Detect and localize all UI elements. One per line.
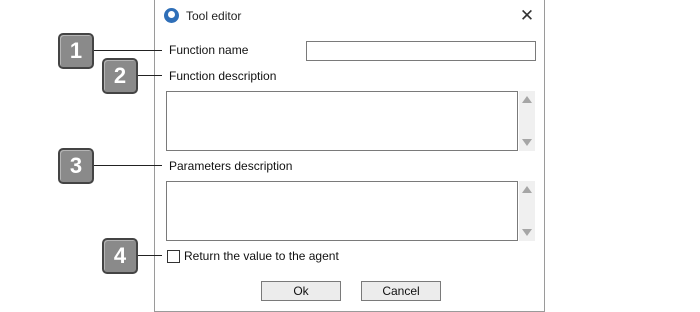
window-title: Tool editor [186, 9, 242, 23]
function-description-scrollbar[interactable] [519, 91, 535, 151]
parameters-description-label: Parameters description [169, 159, 293, 173]
return-value-label[interactable]: Return the value to the agent [184, 249, 339, 263]
return-value-checkbox[interactable] [167, 250, 180, 263]
callout-leader-line-3 [94, 165, 162, 166]
scroll-down-arrow-icon[interactable] [522, 229, 532, 236]
callout-leader-line-4 [138, 255, 162, 256]
title-bar: Tool editor ✕ [155, 0, 544, 32]
tool-editor-dialog: Tool editor ✕ Function name Function des… [154, 0, 545, 312]
scroll-up-arrow-icon[interactable] [522, 186, 532, 193]
scroll-up-arrow-icon[interactable] [522, 96, 532, 103]
callout-marker-2: 2 [102, 58, 138, 94]
function-description-textarea[interactable] [166, 91, 518, 151]
scroll-down-arrow-icon[interactable] [522, 139, 532, 146]
function-name-input[interactable] [306, 41, 536, 61]
close-icon[interactable]: ✕ [516, 5, 538, 27]
ok-button[interactable]: Ok [261, 281, 341, 301]
function-description-label: Function description [169, 69, 277, 83]
parameters-description-textarea[interactable] [166, 181, 518, 241]
callout-marker-3: 3 [58, 148, 94, 184]
cancel-button[interactable]: Cancel [361, 281, 441, 301]
function-name-label: Function name [169, 43, 249, 57]
app-logo-icon [164, 8, 179, 23]
callout-leader-line-2 [138, 75, 162, 76]
parameters-description-scrollbar[interactable] [519, 181, 535, 241]
callout-marker-4: 4 [102, 238, 138, 274]
callout-leader-line-1 [94, 50, 162, 51]
callout-marker-1: 1 [58, 33, 94, 69]
